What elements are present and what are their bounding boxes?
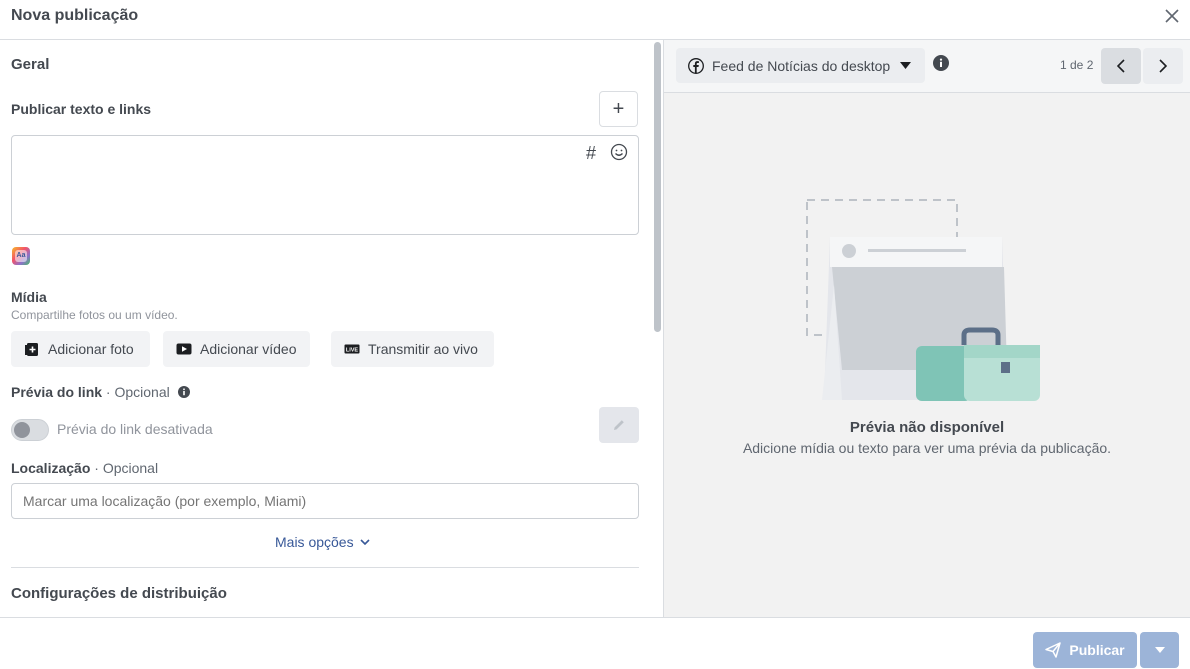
preview-pager: 1 de 2 bbox=[1060, 58, 1094, 72]
chevron-down-icon bbox=[360, 539, 370, 545]
location-label: Localização · Opcional bbox=[11, 460, 159, 476]
previous-preview-button[interactable] bbox=[1101, 48, 1141, 84]
send-icon bbox=[1045, 642, 1062, 658]
preview-unavailable-subtitle: Adicione mídia ou texto para ver uma pré… bbox=[742, 440, 1112, 456]
more-options-link[interactable]: Mais opções bbox=[275, 534, 370, 550]
dialog-header: Nova publicação bbox=[0, 0, 1190, 40]
distribution-section-title: Configurações de distribuição bbox=[11, 585, 227, 602]
video-icon bbox=[176, 343, 192, 355]
publish-options-button[interactable] bbox=[1140, 632, 1179, 668]
dialog-title: Nova publicação bbox=[11, 7, 139, 24]
creative-tools-icon[interactable]: Aa bbox=[12, 247, 30, 265]
go-live-label: Transmitir ao vivo bbox=[368, 341, 478, 357]
add-video-label: Adicionar vídeo bbox=[200, 341, 297, 357]
preview-unavailable-illustration bbox=[806, 199, 1040, 401]
edit-link-preview-button[interactable] bbox=[599, 407, 639, 443]
media-label: Mídia bbox=[11, 289, 47, 305]
scrollbar-thumb[interactable] bbox=[654, 42, 661, 332]
go-live-button[interactable]: LIVE Transmitir ao vivo bbox=[331, 331, 494, 367]
dialog-footer: Publicar bbox=[0, 617, 1190, 669]
preview-toolbar: Feed de Notícias do desktop 1 de 2 bbox=[664, 40, 1190, 93]
add-photo-label: Adicionar foto bbox=[48, 341, 134, 357]
link-preview-toggle[interactable] bbox=[11, 419, 49, 441]
general-section-title: Geral bbox=[11, 56, 50, 73]
publish-button[interactable]: Publicar bbox=[1033, 632, 1137, 668]
info-icon[interactable] bbox=[177, 386, 190, 398]
publish-label: Publicar bbox=[1069, 642, 1125, 658]
placement-dropdown[interactable]: Feed de Notícias do desktop bbox=[676, 48, 925, 83]
plus-icon: + bbox=[612, 97, 625, 120]
emoji-icon[interactable] bbox=[610, 143, 628, 161]
next-preview-button[interactable] bbox=[1143, 48, 1183, 84]
media-subtitle: Compartilhe fotos ou um vídeo. bbox=[11, 308, 178, 322]
facebook-icon bbox=[688, 57, 704, 74]
section-divider bbox=[11, 567, 639, 568]
link-preview-label: Prévia do link · Opcional bbox=[11, 384, 190, 400]
post-text-input[interactable] bbox=[11, 135, 639, 235]
add-photo-button[interactable]: Adicionar foto bbox=[11, 331, 150, 367]
close-icon[interactable] bbox=[1162, 6, 1182, 26]
hashtag-icon[interactable]: # bbox=[586, 143, 596, 164]
info-icon[interactable] bbox=[933, 55, 949, 71]
live-icon: LIVE bbox=[344, 344, 360, 354]
svg-text:LIVE: LIVE bbox=[346, 347, 359, 353]
preview-panel: Feed de Notícias do desktop 1 de 2 Prévi… bbox=[664, 40, 1190, 617]
add-photo-icon bbox=[25, 343, 38, 356]
add-video-button[interactable]: Adicionar vídeo bbox=[163, 331, 310, 367]
location-input[interactable] bbox=[11, 483, 639, 519]
add-text-button[interactable]: + bbox=[599, 91, 638, 127]
preview-unavailable-title: Prévia não disponível bbox=[849, 419, 1005, 436]
caret-down-icon bbox=[900, 62, 911, 69]
post-text-label: Publicar texto e links bbox=[11, 101, 152, 117]
placement-label: Feed de Notícias do desktop bbox=[712, 57, 891, 74]
chevron-right-icon bbox=[1159, 59, 1167, 73]
caret-down-icon bbox=[1154, 647, 1165, 653]
link-preview-toggle-label: Prévia do link desativada bbox=[57, 421, 213, 437]
composer-panel: Geral Publicar texto e links + # Aa Mídi… bbox=[0, 40, 652, 617]
chevron-left-icon bbox=[1117, 59, 1125, 73]
pencil-icon bbox=[614, 420, 624, 430]
